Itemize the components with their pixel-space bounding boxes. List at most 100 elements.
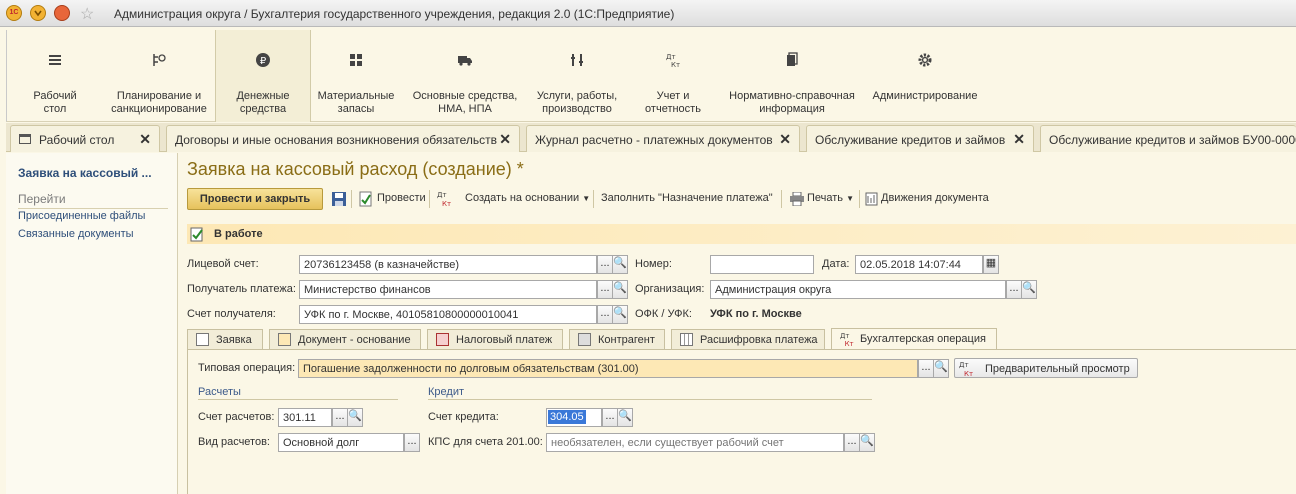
section-desktop[interactable]: Рабочий стол <box>15 30 95 122</box>
open-tab-loans-doc[interactable]: Обслуживание кредитов и займов БУ00-0000… <box>1040 125 1296 152</box>
section-admin[interactable]: Администрирование <box>867 30 983 122</box>
section-label: стол <box>43 103 67 115</box>
credit-account-field[interactable]: 304.05 <box>546 408 602 427</box>
create-based-on-button[interactable]: Создать на основании ▼ <box>465 192 590 204</box>
settle-kind-field[interactable]: Основной долг <box>278 433 404 452</box>
typical-operation-field[interactable]: Погашение задолженности по долговым обяз… <box>298 359 918 378</box>
post-and-close-button[interactable]: Провести и закрыть <box>187 188 323 210</box>
select-button[interactable]: ... <box>597 305 613 324</box>
section-label: средства <box>239 103 287 115</box>
divider <box>18 208 168 209</box>
select-button[interactable]: ... <box>404 433 420 452</box>
search-icon[interactable]: 🔍 <box>612 280 628 299</box>
recipient-account-field[interactable]: УФК по г. Москве, 40105810800000010041 <box>299 305 597 324</box>
nav-goto-header: Перейти <box>18 192 66 206</box>
search-icon[interactable]: 🔍 <box>347 408 363 427</box>
dropdown-arrow-icon: ▼ <box>582 194 591 203</box>
divider <box>198 399 398 400</box>
svg-text:₽: ₽ <box>260 56 267 67</box>
section-reference[interactable]: Нормативно-справочная информация <box>723 30 861 122</box>
print-button[interactable]: Печать ▼ <box>807 192 854 204</box>
tab-page-accounting-operation: Типовая операция: Погашение задолженност… <box>187 349 1296 494</box>
dt-kt-icon[interactable]: ДтКт <box>437 190 453 208</box>
search-icon[interactable]: 🔍 <box>933 359 949 378</box>
open-tab-label: Обслуживание кредитов и займов <box>815 133 1006 147</box>
calendar-icon[interactable]: ▦ <box>983 255 999 274</box>
section-label: Нормативно-справочная <box>729 90 855 102</box>
close-icon[interactable]: ✕ <box>1013 131 1025 148</box>
tab-payment-breakdown[interactable]: Расшифровка платежа <box>671 329 825 349</box>
close-icon[interactable]: ✕ <box>499 131 511 148</box>
menu-chevron-icon[interactable] <box>30 5 46 21</box>
select-button[interactable]: ... <box>597 280 613 299</box>
open-tab-contracts[interactable]: Договоры и иные основания возникновения … <box>166 125 520 152</box>
select-button[interactable]: ... <box>844 433 860 452</box>
printer-icon <box>790 192 804 206</box>
dropdown-arrow-icon: ▼ <box>846 194 855 203</box>
tab-counterparty[interactable]: Контрагент <box>569 329 665 349</box>
save-icon[interactable] <box>331 191 347 207</box>
section-planning[interactable]: Планирование и санкционирование <box>103 30 215 122</box>
section-label: Услуги, работы, <box>536 90 618 102</box>
select-button[interactable]: ... <box>1006 280 1022 299</box>
section-materials[interactable]: Материальные запасы <box>311 30 401 122</box>
date-field[interactable]: 02.05.2018 14:07:44 <box>855 255 983 274</box>
section-accounting[interactable]: Дт Кт Учет и отчетность <box>633 30 713 122</box>
tab-request[interactable]: Заявка <box>187 329 263 349</box>
desktop-tab-icon <box>19 134 31 144</box>
search-icon[interactable]: 🔍 <box>612 255 628 274</box>
section-label: отчетность <box>645 103 701 115</box>
kps-input[interactable] <box>546 433 844 452</box>
search-icon[interactable]: 🔍 <box>859 433 875 452</box>
number-field[interactable] <box>710 255 814 274</box>
nav-link-attached-files[interactable]: Присоединенные файлы <box>18 210 145 222</box>
section-fixed-assets[interactable]: Основные средства, НМА, НПА <box>407 30 523 122</box>
section-label: санкционирование <box>111 103 207 115</box>
logo-1c-icon[interactable]: 1С <box>6 5 22 21</box>
create-based-on-label: Создать на основании <box>465 192 580 204</box>
tab-tax-payment[interactable]: Налоговый платеж <box>427 329 563 349</box>
search-icon[interactable]: 🔍 <box>617 408 633 427</box>
history-icon[interactable] <box>54 5 70 21</box>
organization-field[interactable]: Администрация округа <box>710 280 1006 299</box>
tab-label: Расшифровка платежа <box>700 334 818 346</box>
select-button[interactable]: ... <box>602 408 618 427</box>
open-tab-desktop[interactable]: Рабочий стол ✕ <box>10 125 160 152</box>
page-title: Заявка на кассовый расход (создание) * <box>187 159 524 179</box>
close-icon[interactable]: ✕ <box>779 131 791 148</box>
nav-doc-title[interactable]: Заявка на кассовый ... <box>18 166 152 180</box>
preview-button[interactable]: Дт Кт Предварительный просмотр <box>954 358 1138 378</box>
recipient-field[interactable]: Министерство финансов <box>299 280 597 299</box>
svg-text:Кт: Кт <box>964 370 973 377</box>
settle-account-field[interactable]: 301.11 <box>278 408 332 427</box>
section-money[interactable]: ₽ Денежные средства <box>215 30 311 122</box>
open-tab-journal[interactable]: Журнал расчетно - платежных документов ✕ <box>526 125 800 152</box>
open-tab-loans[interactable]: Обслуживание кредитов и займов ✕ <box>806 125 1034 152</box>
status-icon <box>190 227 203 242</box>
document-form: Заявка на кассовый расход (создание) * П… <box>179 153 1296 494</box>
tools-icon <box>571 54 583 66</box>
settle-account-label: Счет расчетов: <box>198 411 275 423</box>
select-button[interactable]: ... <box>918 359 934 378</box>
section-label: Основные средства, <box>412 90 518 102</box>
gear-icon <box>918 53 932 67</box>
fill-purpose-button[interactable]: Заполнить "Назначение платежа" <box>601 192 773 204</box>
section-label: НМА, НПА <box>438 103 492 115</box>
post-button[interactable]: Провести <box>377 192 426 204</box>
select-button[interactable]: ... <box>597 255 613 274</box>
close-icon[interactable]: ✕ <box>139 131 151 148</box>
tab-label: Налоговый платеж <box>456 334 553 346</box>
search-icon[interactable]: 🔍 <box>1021 280 1037 299</box>
select-button[interactable]: ... <box>332 408 348 427</box>
favorites-star-icon[interactable]: ☆ <box>80 4 94 24</box>
tab-accounting-operation[interactable]: Дт Кт Бухгалтерская операция <box>831 328 997 350</box>
section-services[interactable]: Услуги, работы, производство <box>529 30 625 122</box>
account-field[interactable]: 20736123458 (в казначействе) <box>299 255 597 274</box>
tab-basis-document[interactable]: Документ - основание <box>269 329 421 349</box>
nav-link-related-docs[interactable]: Связанные документы <box>18 228 134 240</box>
search-icon[interactable]: 🔍 <box>612 305 628 324</box>
svg-text:Дт: Дт <box>840 332 849 340</box>
divider <box>593 190 594 208</box>
ofk-label: ОФК / УФК: <box>635 308 692 320</box>
document-movements-button[interactable]: Движения документа <box>881 192 989 204</box>
